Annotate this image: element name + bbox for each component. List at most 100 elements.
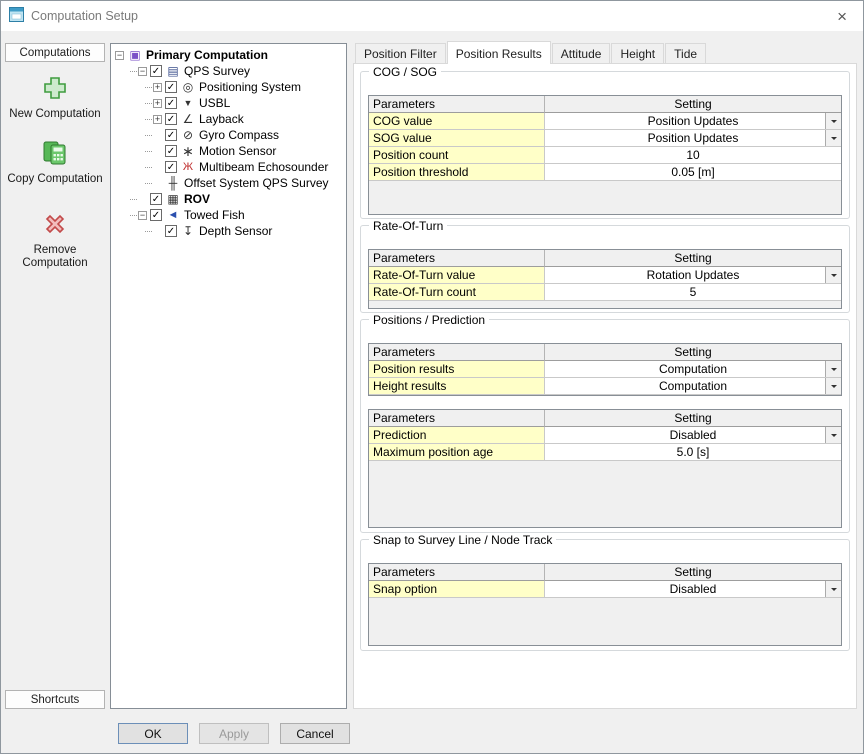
dialog-body: Computations New Computation: [1, 31, 863, 709]
param-value[interactable]: Position Updates: [545, 113, 841, 130]
tree-node-primary-computation[interactable]: −▣Primary Computation: [111, 47, 346, 63]
checkbox[interactable]: ✓: [165, 129, 177, 141]
param-value[interactable]: Computation: [545, 378, 841, 395]
dropdown-arrow-icon[interactable]: [825, 581, 841, 597]
offset-system-icon: ╫: [165, 177, 181, 189]
tree-node-positioning-system[interactable]: +✓◎Positioning System: [111, 79, 346, 95]
param-label: Maximum position age: [369, 444, 545, 461]
param-label: Snap option: [369, 581, 545, 598]
tree-node-label[interactable]: Depth Sensor: [196, 224, 275, 238]
dropdown-arrow-icon[interactable]: [825, 361, 841, 377]
dropdown-arrow-icon[interactable]: [825, 113, 841, 129]
app-icon: [9, 7, 24, 25]
tree-node-offset-system-qps-survey[interactable]: ╫Offset System QPS Survey: [111, 175, 346, 191]
shortcuts-button[interactable]: Shortcuts: [5, 690, 105, 709]
tree-node-label[interactable]: Positioning System: [196, 80, 304, 94]
setting-header: Setting: [545, 344, 841, 361]
parameters-header: Parameters: [369, 250, 545, 267]
dropdown-arrow-icon[interactable]: [825, 130, 841, 146]
checkbox[interactable]: ✓: [150, 65, 162, 77]
checkbox[interactable]: ✓: [165, 145, 177, 157]
checkbox[interactable]: ✓: [150, 209, 162, 221]
tree-node-layback[interactable]: +✓∠Layback: [111, 111, 346, 127]
new-computation-icon: [42, 75, 68, 104]
param-label: Prediction: [369, 427, 545, 444]
tree-node-motion-sensor[interactable]: ✓∗Motion Sensor: [111, 143, 346, 159]
param-label: Rate-Of-Turn count: [369, 284, 545, 301]
depth-sensor-icon: ↧: [180, 225, 196, 237]
tab-attitude[interactable]: Attitude: [552, 43, 611, 63]
param-value[interactable]: Disabled: [545, 427, 841, 444]
param-value[interactable]: Computation: [545, 361, 841, 378]
row-cog-value: COG valuePosition Updates: [369, 113, 841, 130]
tree-node-label[interactable]: Offset System QPS Survey: [181, 176, 332, 190]
param-value[interactable]: Disabled: [545, 581, 841, 598]
checkbox[interactable]: ✓: [165, 225, 177, 237]
expand-icon[interactable]: +: [153, 99, 162, 108]
tree-node-label[interactable]: USBL: [196, 96, 233, 110]
tree-node-label[interactable]: Gyro Compass: [196, 128, 282, 142]
tab-tide[interactable]: Tide: [665, 43, 706, 63]
checkbox[interactable]: ✓: [165, 161, 177, 173]
tree-node-multibeam-echosounder[interactable]: ✓ЖMultibeam Echosounder: [111, 159, 346, 175]
tab-position-results[interactable]: Position Results: [447, 41, 551, 64]
collapse-icon[interactable]: −: [138, 211, 147, 220]
param-value[interactable]: 5: [545, 284, 841, 301]
close-button[interactable]: ×: [829, 8, 855, 25]
tree-node-label[interactable]: Primary Computation: [143, 48, 271, 62]
collapse-icon[interactable]: −: [138, 67, 147, 76]
tree-node-label[interactable]: ROV: [181, 192, 213, 206]
param-value[interactable]: Position Updates: [545, 130, 841, 147]
tree-node-label[interactable]: QPS Survey: [181, 64, 253, 78]
collapse-icon[interactable]: −: [115, 51, 124, 60]
dropdown-arrow-icon[interactable]: [825, 267, 841, 283]
row-position-results: Position resultsComputation: [369, 361, 841, 378]
layback-icon: ∠: [180, 113, 196, 125]
positioning-system-icon: ◎: [180, 81, 196, 93]
tree-connector: [145, 167, 152, 168]
group-positions-prediction: Positions / PredictionParametersSettingP…: [360, 319, 850, 533]
expand-icon[interactable]: +: [153, 83, 162, 92]
tree-node-label[interactable]: Towed Fish: [181, 208, 248, 222]
expand-icon[interactable]: +: [153, 115, 162, 124]
grid-header-row: ParametersSetting: [369, 96, 841, 113]
tree-node-label[interactable]: Multibeam Echosounder: [196, 160, 331, 174]
tree-node-depth-sensor[interactable]: ✓↧Depth Sensor: [111, 223, 346, 239]
ok-button[interactable]: OK: [118, 723, 188, 744]
tab-position-filter[interactable]: Position Filter: [355, 43, 446, 63]
setting-header: Setting: [545, 96, 841, 113]
cancel-button[interactable]: Cancel: [280, 723, 350, 744]
tree-node-usbl[interactable]: +✓▼USBL: [111, 95, 346, 111]
checkbox[interactable]: ✓: [165, 81, 177, 93]
settings-grid: ParametersSettingRate-Of-Turn valueRotat…: [368, 249, 842, 309]
tree-node-qps-survey[interactable]: −✓▤QPS Survey: [111, 63, 346, 79]
tree-node-gyro-compass[interactable]: ✓⊘Gyro Compass: [111, 127, 346, 143]
param-value[interactable]: 5.0 [s]: [545, 444, 841, 461]
remove-computation-button[interactable]: Remove Computation: [5, 211, 105, 270]
tab-height[interactable]: Height: [611, 43, 664, 63]
tree-node-label[interactable]: Motion Sensor: [196, 144, 279, 158]
param-label: Position count: [369, 147, 545, 164]
copy-computation-icon: [41, 140, 69, 169]
settings-grid: ParametersSettingPredictionDisabledMaxim…: [368, 409, 842, 528]
tree-node-rov[interactable]: ✓▦ROV: [111, 191, 346, 207]
dropdown-arrow-icon[interactable]: [825, 378, 841, 394]
parameters-header: Parameters: [369, 410, 545, 427]
row-position-threshold: Position threshold0.05 [m]: [369, 164, 841, 181]
param-value[interactable]: Rotation Updates: [545, 267, 841, 284]
actions-sidebar: Computations New Computation: [5, 43, 105, 709]
param-value[interactable]: 10: [545, 147, 841, 164]
dropdown-arrow-icon[interactable]: [825, 427, 841, 443]
tree-connector: [145, 231, 152, 232]
param-label: Position threshold: [369, 164, 545, 181]
checkbox[interactable]: ✓: [165, 113, 177, 125]
param-value[interactable]: 0.05 [m]: [545, 164, 841, 181]
tree-node-label[interactable]: Layback: [196, 112, 247, 126]
checkbox[interactable]: ✓: [165, 97, 177, 109]
checkbox[interactable]: ✓: [150, 193, 162, 205]
computations-button[interactable]: Computations: [5, 43, 105, 62]
copy-computation-button[interactable]: Copy Computation: [5, 140, 105, 186]
new-computation-button[interactable]: New Computation: [5, 75, 105, 121]
gyro-compass-icon: ⊘: [180, 129, 196, 141]
tree-node-towed-fish[interactable]: −✓◄Towed Fish: [111, 207, 346, 223]
